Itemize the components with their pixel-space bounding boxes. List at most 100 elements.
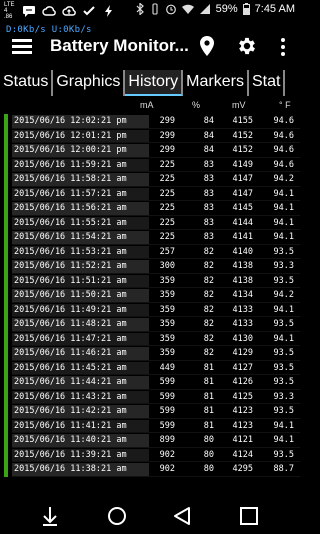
row-marker [4, 360, 8, 375]
row-millivolts: 4145 [232, 203, 253, 213]
table-row[interactable]: 2015/06/16 11:46:21 am 359 82 4129 93.5 [0, 346, 300, 361]
clock: 7:45 AM [254, 3, 295, 15]
row-temperature: 93.5 [273, 377, 294, 387]
row-percent: 83 [203, 159, 214, 170]
row-marker [4, 259, 8, 274]
recents-icon[interactable] [237, 504, 261, 528]
row-percent: 80 [203, 435, 214, 445]
table-row[interactable]: 2015/06/16 11:42:21 am 599 81 4123 93.5 [0, 404, 300, 419]
table-row[interactable]: 2015/06/16 11:50:21 am 359 82 4134 94.2 [0, 288, 300, 303]
table-row[interactable]: 2015/06/16 11:40:21 am 899 80 4121 94.1 [0, 433, 300, 448]
back-icon[interactable] [170, 504, 194, 528]
tab-status[interactable]: Status [0, 70, 54, 96]
table-row[interactable]: 2015/06/16 11:39:21 am 902 80 4124 93.5 [0, 447, 300, 462]
table-row[interactable]: 2015/06/16 12:02:21 pm 299 84 4155 94.6 [0, 114, 300, 129]
table-row[interactable]: 2015/06/16 11:43:21 am 599 81 4125 93.3 [0, 389, 300, 404]
row-marker [4, 114, 8, 129]
row-milliamps: 449 [159, 362, 175, 373]
table-row[interactable]: 2015/06/16 11:56:21 am 225 83 4145 94.1 [0, 201, 300, 216]
row-marker [4, 389, 8, 404]
table-row[interactable]: 2015/06/16 11:59:21 am 225 83 4149 94.6 [0, 157, 300, 172]
row-marker [4, 201, 8, 216]
table-row[interactable]: 2015/06/16 11:49:21 am 359 82 4133 94.1 [0, 302, 300, 317]
row-millivolts: 4130 [232, 333, 253, 344]
row-milliamps: 300 [159, 261, 175, 271]
history-table[interactable]: 2015/06/16 12:02:21 pm 299 84 4155 94.6 2015/… [0, 114, 300, 477]
navigation-bar [0, 498, 300, 534]
row-percent: 81 [203, 406, 214, 416]
row-marker [4, 215, 8, 230]
bluetooth-icon [136, 3, 144, 15]
table-row[interactable]: 2015/06/16 11:47:21 am 359 82 4130 94.1 [0, 331, 300, 346]
table-row[interactable]: 2015/06/16 11:44:21 am 599 81 4126 93.5 [0, 375, 300, 390]
home-icon[interactable] [105, 504, 129, 528]
row-marker [4, 143, 8, 158]
location-pin-icon[interactable] [198, 35, 216, 57]
row-milliamps: 902 [159, 464, 175, 474]
row-timestamp: 2015/06/16 11:48:21 am [12, 318, 149, 331]
table-row[interactable]: 2015/06/16 11:54:21 am 225 83 4141 94.1 [0, 230, 300, 245]
table-row[interactable]: 2015/06/16 11:48:21 am 359 82 4133 93.5 [0, 317, 300, 332]
row-percent: 81 [203, 391, 214, 402]
table-row[interactable]: 2015/06/16 11:38:21 am 902 80 4295 88.7 [0, 462, 300, 477]
row-timestamp: 2015/06/16 11:39:21 am [12, 448, 149, 462]
row-milliamps: 225 [159, 174, 175, 184]
row-marker [4, 128, 8, 143]
row-temperature: 88.7 [273, 464, 294, 474]
table-row[interactable]: 2015/06/16 11:51:21 am 359 82 4138 93.5 [0, 273, 300, 288]
status-icons-left: LTE 4 .86 [4, 2, 116, 20]
row-percent: 83 [203, 232, 214, 242]
table-row[interactable]: 2015/06/16 12:01:21 pm 299 84 4152 94.6 [0, 128, 300, 143]
table-row[interactable]: 2015/06/16 11:53:21 am 257 82 4140 93.5 [0, 244, 300, 259]
tab-graphics[interactable]: Graphics [53, 70, 126, 96]
row-marker [4, 230, 8, 245]
row-timestamp: 2015/06/16 11:53:21 am [12, 245, 149, 259]
row-percent: 82 [203, 261, 214, 271]
row-millivolts: 4140 [232, 246, 253, 257]
row-temperature: 93.5 [273, 406, 294, 416]
row-millivolts: 4121 [232, 435, 253, 445]
table-row[interactable]: 2015/06/16 11:52:21 am 300 82 4138 93.3 [0, 259, 300, 274]
row-timestamp: 2015/06/16 11:49:21 am [12, 303, 149, 317]
tab-stat[interactable]: Stat [249, 70, 286, 96]
row-marker [4, 157, 8, 172]
table-row[interactable]: 2015/06/16 11:58:21 am 225 83 4147 94.2 [0, 172, 300, 187]
row-marker [4, 273, 8, 288]
table-row[interactable]: 2015/06/16 12:00:21 pm 299 84 4152 94.6 [0, 143, 300, 158]
row-marker [4, 172, 8, 187]
row-percent: 82 [203, 348, 214, 358]
row-timestamp: 2015/06/16 12:02:21 pm [12, 115, 149, 128]
tab-history[interactable]: History [125, 70, 184, 96]
row-timestamp: 2015/06/16 11:46:21 am [12, 347, 149, 360]
table-row[interactable]: 2015/06/16 11:41:21 am 599 81 4123 94.1 [0, 418, 300, 433]
row-marker [4, 462, 8, 477]
table-row[interactable]: 2015/06/16 11:55:21 am 225 83 4144 94.1 [0, 215, 300, 230]
row-milliamps: 225 [159, 217, 175, 228]
row-timestamp: 2015/06/16 11:47:21 am [12, 332, 149, 346]
table-row[interactable]: 2015/06/16 11:57:21 am 225 83 4147 94.1 [0, 186, 300, 201]
more-vert-icon[interactable] [281, 38, 286, 56]
row-millivolts: 4129 [232, 348, 253, 358]
row-timestamp: 2015/06/16 11:41:21 am [12, 419, 149, 433]
row-percent: 82 [203, 319, 214, 329]
gear-icon[interactable] [236, 35, 258, 57]
row-temperature: 93.5 [273, 275, 294, 286]
tab-markers[interactable]: Markers [183, 70, 249, 96]
row-milliamps: 225 [159, 232, 175, 242]
hamburger-icon[interactable] [12, 39, 32, 55]
row-millivolts: 4152 [232, 130, 253, 141]
row-timestamp: 2015/06/16 11:58:21 am [12, 173, 149, 186]
row-temperature: 93.3 [273, 261, 294, 271]
row-divider [12, 475, 300, 477]
row-timestamp: 2015/06/16 11:42:21 am [12, 405, 149, 418]
row-percent: 80 [203, 449, 214, 460]
row-temperature: 94.6 [273, 159, 294, 170]
row-milliamps: 599 [159, 377, 175, 387]
table-row[interactable]: 2015/06/16 11:45:21 am 449 81 4127 93.5 [0, 360, 300, 375]
row-milliamps: 359 [159, 348, 175, 358]
app-title: Battery Monitor... [50, 36, 189, 55]
down-arrow-icon[interactable] [38, 504, 62, 528]
row-milliamps: 599 [159, 406, 175, 416]
row-percent: 82 [203, 290, 214, 300]
row-temperature: 94.6 [273, 116, 294, 126]
